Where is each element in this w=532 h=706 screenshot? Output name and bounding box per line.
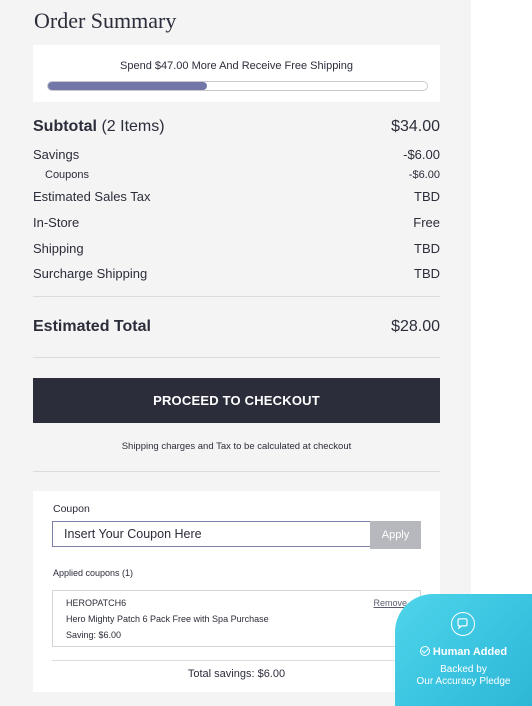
check-circle-icon [419, 646, 430, 656]
divider [52, 660, 421, 661]
free-shipping-progress-bar [47, 81, 428, 91]
subtotal-item-count: (2 Items) [101, 118, 165, 135]
applied-coupon-code: HEROPATCH6 [66, 598, 127, 608]
divider [33, 357, 440, 358]
estimated-total-label: Estimated Total [33, 318, 151, 335]
order-summary-panel: Order Summary Spend $47.00 More And Rece… [0, 0, 471, 706]
remove-coupon-link[interactable]: Remove [373, 598, 407, 608]
divider [33, 296, 440, 297]
page-title: Order Summary [34, 8, 177, 33]
coupon-code-input[interactable] [52, 521, 370, 547]
sales-tax-label: Estimated Sales Tax [33, 189, 151, 204]
human-added-badge[interactable]: Human Added Backed by Our Accuracy Pledg… [395, 594, 532, 706]
coupons-value: -$6.00 [408, 169, 440, 181]
free-shipping-progress-fill [48, 82, 208, 90]
applied-coupon-card: HEROPATCH6 Hero Mighty Patch 6 Pack Free… [52, 590, 421, 647]
free-shipping-banner: Spend $47.00 More And Receive Free Shipp… [33, 45, 440, 102]
checkout-note: Shipping charges and Tax to be calculate… [121, 441, 352, 452]
apply-coupon-button[interactable]: Apply [370, 521, 421, 549]
applied-coupons-title: Applied coupons (1) [53, 568, 134, 578]
subtotal-value: $34.00 [391, 118, 440, 135]
savings-value: -$6.00 [403, 147, 440, 162]
proceed-to-checkout-button[interactable]: PROCEED TO CHECKOUT [33, 378, 440, 423]
surcharge-shipping-label: Surcharge Shipping [33, 266, 148, 281]
shipping-value: TBD [414, 241, 440, 256]
sales-tax-value: TBD [414, 189, 440, 204]
applied-coupon-description: Hero Mighty Patch 6 Pack Free with Spa P… [66, 614, 269, 624]
badge-title: Human Added [432, 646, 508, 658]
chat-bubble-icon [451, 612, 475, 636]
surcharge-shipping-value: TBD [414, 266, 440, 281]
in-store-value: Free [413, 215, 440, 230]
badge-subtitle: Backed by [440, 664, 487, 675]
savings-label: Savings [33, 147, 80, 162]
divider [33, 471, 440, 472]
applied-coupon-saving: Saving: $6.00 [66, 630, 122, 640]
coupon-section: Coupon Apply Applied coupons (1) HEROPAT… [33, 491, 440, 692]
badge-pledge: Our Accuracy Pledge [416, 676, 511, 687]
coupons-label: Coupons [45, 169, 90, 181]
coupon-label: Coupon [53, 503, 90, 515]
in-store-label: In-Store [33, 215, 80, 230]
total-savings-text: Total savings: $6.00 [187, 668, 286, 680]
subtotal-label: Subtotal [33, 118, 97, 135]
free-shipping-text: Spend $47.00 More And Receive Free Shipp… [120, 60, 353, 72]
shipping-label: Shipping [33, 241, 84, 256]
estimated-total-value: $28.00 [391, 318, 440, 335]
